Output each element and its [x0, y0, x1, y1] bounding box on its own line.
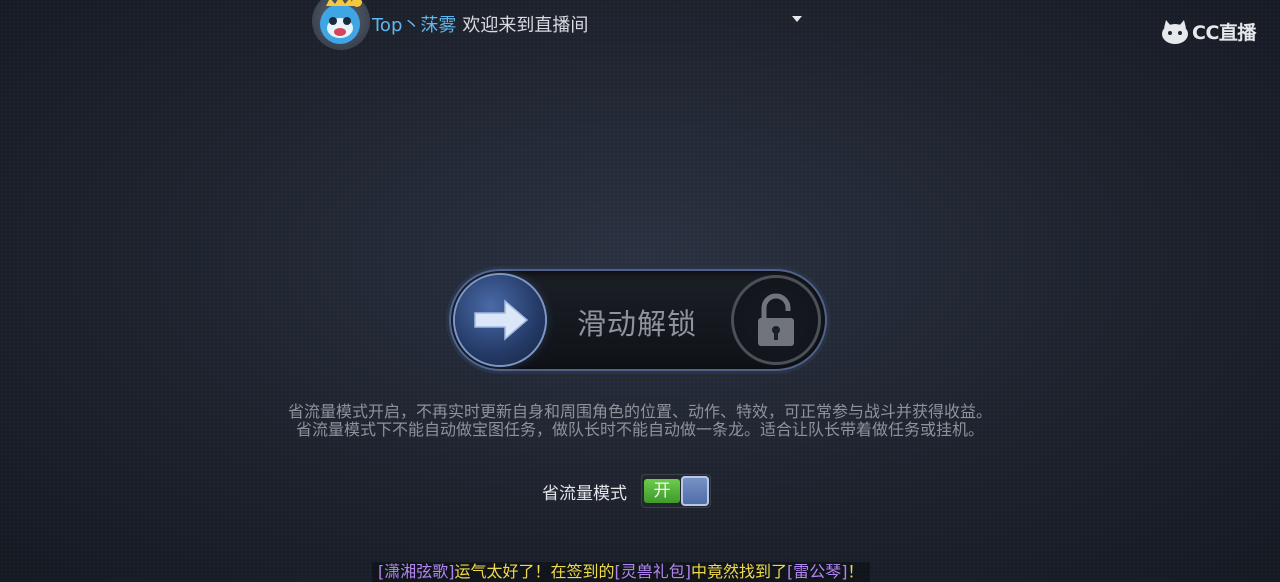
description-line-1: 省流量模式开启，不再实时更新自身和周围角色的位置、动作、特效，可正常参与战斗并获…	[287, 402, 992, 421]
welcome-message: Top丶莯雾 欢迎来到直播间	[372, 11, 588, 37]
lock-target	[731, 275, 821, 365]
data-saver-toggle[interactable]: 开	[641, 474, 711, 508]
live-welcome-bar: Top丶莯雾 欢迎来到直播间	[312, 0, 812, 50]
slide-to-unlock[interactable]: 滑动解锁	[449, 269, 827, 371]
ticker-item-2[interactable]: [雷公琴]	[787, 562, 848, 581]
ticker-item-1[interactable]: [灵兽礼包]	[615, 562, 692, 581]
description-line-2: 省流量模式下不能自动做宝图任务，做队长时不能自动做一条龙。适合让队长带着做任务或…	[295, 420, 984, 439]
data-saver-label: 省流量模式	[542, 483, 627, 504]
cartoon-blue-face-crown-icon	[320, 0, 362, 44]
unlock-label: 滑动解锁	[577, 307, 698, 341]
username[interactable]: Top丶莯雾	[372, 15, 456, 36]
data-saver-row: 省流量模式 开	[542, 474, 711, 508]
ticker-player[interactable]: [潇湘弦歌]	[378, 562, 455, 581]
ticker-text-1: 运气太好了！在签到的	[454, 562, 615, 581]
welcome-text: 欢迎来到直播间	[462, 15, 589, 36]
unlocked-padlock-icon	[758, 293, 794, 346]
brand-text: CC直播	[1192, 22, 1256, 44]
caret-down-icon[interactable]	[792, 16, 802, 22]
toggle-knob[interactable]	[681, 476, 709, 506]
unlock-slider-knob[interactable]	[455, 275, 545, 365]
avatar[interactable]	[312, 0, 370, 50]
brand-logo: CC直播	[1160, 18, 1256, 45]
system-ticker: [潇湘弦歌]运气太好了！在签到的[灵兽礼包]中竟然找到了[雷公琴]！	[372, 562, 870, 582]
cc-cat-logo-icon	[1162, 19, 1188, 44]
arrow-right-icon	[474, 299, 529, 341]
ticker-text-2: 中竟然找到了	[691, 562, 788, 581]
ticker-text-3: ！	[847, 562, 864, 581]
toggle-on-text: 开	[644, 479, 680, 503]
